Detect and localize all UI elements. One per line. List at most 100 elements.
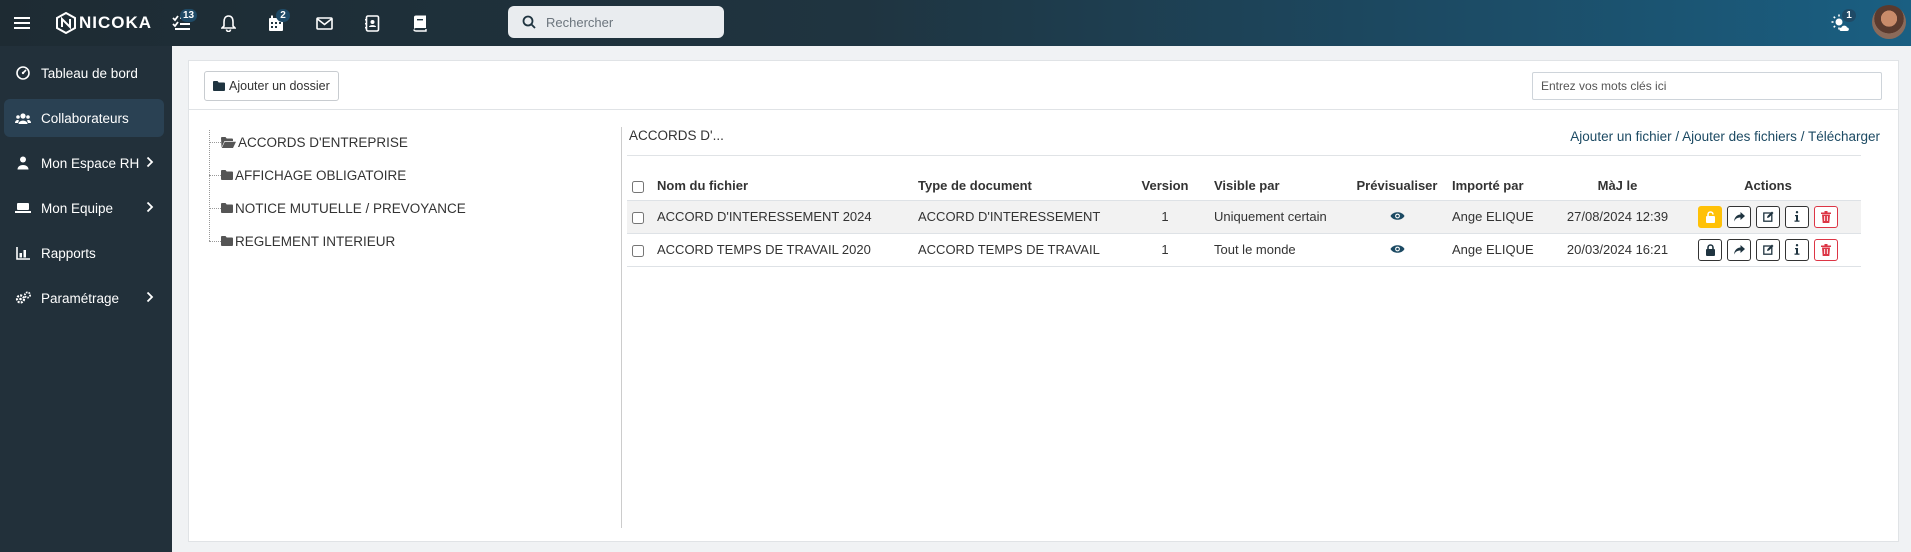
chevron-right-icon (146, 201, 154, 213)
updated-at: 20/03/2024 16:21 (1560, 232, 1675, 267)
edit-button[interactable] (1756, 205, 1780, 228)
updated-at: 27/08/2024 12:39 (1560, 199, 1675, 233)
lock-open-icon (1705, 210, 1715, 223)
eye-icon[interactable] (1390, 244, 1405, 254)
brand-logo[interactable]: NICOKA (56, 11, 152, 35)
brand-name: NICOKA (79, 13, 153, 32)
trash-icon (1821, 243, 1831, 256)
sidebar-item-label: Mon Equipe (41, 200, 114, 216)
search-input[interactable] (546, 14, 706, 30)
column-header-updated[interactable]: MàJ le (1560, 172, 1675, 200)
folder-breadcrumb: ACCORDS D'... (629, 128, 724, 143)
info-icon (1794, 211, 1800, 222)
table-row: ACCORD D'INTERESSEMENT 2024 ACCORD D'INT… (627, 199, 1861, 233)
add-files-link[interactable]: Ajouter des fichiers (1682, 129, 1797, 144)
version: 1 (1121, 199, 1209, 233)
share-button[interactable] (1727, 205, 1751, 228)
edit-button[interactable] (1756, 238, 1780, 261)
search-icon (522, 15, 536, 29)
document-type: ACCORD TEMPS DE TRAVAIL (913, 232, 1121, 267)
download-link[interactable]: Télécharger (1808, 129, 1880, 144)
share-icon (1733, 211, 1745, 221)
trash-icon (1821, 210, 1831, 223)
weather-badge: 1 (1842, 9, 1856, 22)
weather-icon[interactable] (1830, 0, 1852, 46)
file-name-link[interactable]: ACCORD TEMPS DE TRAVAIL 2020 (652, 232, 913, 267)
tree-folder-reglement-interieur[interactable]: REGLEMENT INTERIEUR (209, 231, 395, 251)
tasks-icon[interactable] (170, 0, 192, 46)
toolbar-divider (188, 109, 1899, 110)
sidebar-item-dashboard[interactable]: Tableau de bord (4, 54, 164, 92)
add-file-link[interactable]: Ajouter un fichier (1570, 129, 1671, 144)
column-header-visible[interactable]: Visible par (1209, 172, 1347, 200)
sidebar-item-mon-espace-rh[interactable]: Mon Espace RH (4, 144, 164, 182)
lock-button[interactable] (1698, 238, 1722, 261)
sidebar: Tableau de bord Collaborateurs Mon Espac… (0, 46, 172, 552)
sidebar-item-rapports[interactable]: Rapports (4, 234, 164, 272)
visible-by: Uniquement certain (1209, 199, 1347, 233)
nicoka-logo-icon (56, 12, 76, 34)
version: 1 (1121, 232, 1209, 267)
folder-icon (221, 203, 233, 213)
delete-button[interactable] (1814, 205, 1838, 228)
select-all-cell (627, 172, 652, 200)
users-icon (14, 112, 32, 125)
hamburger-menu-icon[interactable] (12, 0, 32, 46)
envelope-icon[interactable] (314, 0, 334, 46)
tree-folder-label: AFFICHAGE OBLIGATOIRE (235, 167, 407, 183)
sidebar-item-parametrage[interactable]: Paramétrage (4, 279, 164, 317)
panel-divider (621, 127, 622, 528)
info-icon (1794, 244, 1800, 255)
user-avatar[interactable] (1872, 5, 1906, 39)
actions-cell (1675, 232, 1861, 267)
sidebar-item-collaborateurs[interactable]: Collaborateurs (4, 99, 164, 137)
file-actions-links: Ajouter un fichier / Ajouter des fichier… (1570, 129, 1880, 144)
bell-icon[interactable] (218, 0, 238, 46)
sidebar-item-label: Rapports (41, 245, 96, 261)
visible-by: Tout le monde (1209, 232, 1347, 267)
row-checkbox[interactable] (632, 211, 644, 224)
sidebar-item-mon-equipe[interactable]: Mon Equipe (4, 189, 164, 227)
document-type: ACCORD D'INTERESSEMENT (913, 199, 1121, 233)
chart-icon (14, 246, 32, 260)
file-name-link[interactable]: ACCORD D'INTERESSEMENT 2024 (652, 199, 913, 233)
tree-folder-label: REGLEMENT INTERIEUR (235, 233, 396, 249)
tree-folder-affichage-obligatoire[interactable]: AFFICHAGE OBLIGATOIRE (209, 165, 406, 185)
delete-button[interactable] (1814, 238, 1838, 261)
add-folder-button[interactable]: Ajouter un dossier (204, 71, 339, 101)
eye-icon[interactable] (1390, 211, 1405, 221)
tree-folder-label: ACCORDS D'ENTREPRISE (238, 134, 408, 150)
sidebar-item-label: Collaborateurs (41, 110, 129, 126)
chevron-right-icon (146, 156, 154, 168)
cogs-icon (14, 291, 32, 305)
imported-by: Ange ELIQUE (1447, 232, 1560, 267)
sidebar-item-label: Mon Espace RH (41, 155, 140, 171)
table-header-row: Nom du fichier Type de document Version … (627, 172, 1861, 200)
edit-icon (1762, 244, 1773, 255)
folder-icon (221, 170, 233, 180)
keywords-search-input[interactable] (1532, 72, 1882, 100)
team-icon (14, 202, 32, 214)
calendar-badge: 2 (276, 9, 290, 22)
tree-folder-notice-mutuelle[interactable]: NOTICE MUTUELLE / PREVOYANCE (209, 198, 466, 218)
row-checkbox[interactable] (632, 244, 644, 257)
address-book-icon[interactable] (362, 0, 382, 46)
share-button[interactable] (1727, 238, 1751, 261)
info-button[interactable] (1785, 238, 1809, 261)
share-icon (1733, 244, 1745, 254)
column-header-imported[interactable]: Importé par (1447, 172, 1560, 200)
preview-cell (1347, 199, 1447, 233)
table-row: ACCORD TEMPS DE TRAVAIL 2020 ACCORD TEMP… (627, 232, 1861, 267)
edit-icon (1762, 211, 1773, 222)
column-header-name[interactable]: Nom du fichier (652, 172, 913, 200)
calendar-icon[interactable] (266, 0, 286, 46)
global-search[interactable] (508, 6, 724, 38)
dashboard-icon (14, 66, 32, 80)
column-header-version[interactable]: Version (1121, 172, 1209, 200)
info-button[interactable] (1785, 205, 1809, 228)
tree-folder-accords-entreprise[interactable]: ACCORDS D'ENTREPRISE (209, 132, 408, 152)
lock-button[interactable] (1698, 205, 1722, 228)
select-all-checkbox[interactable] (632, 180, 644, 193)
book-icon[interactable] (410, 0, 430, 46)
column-header-type[interactable]: Type de document (913, 172, 1121, 200)
